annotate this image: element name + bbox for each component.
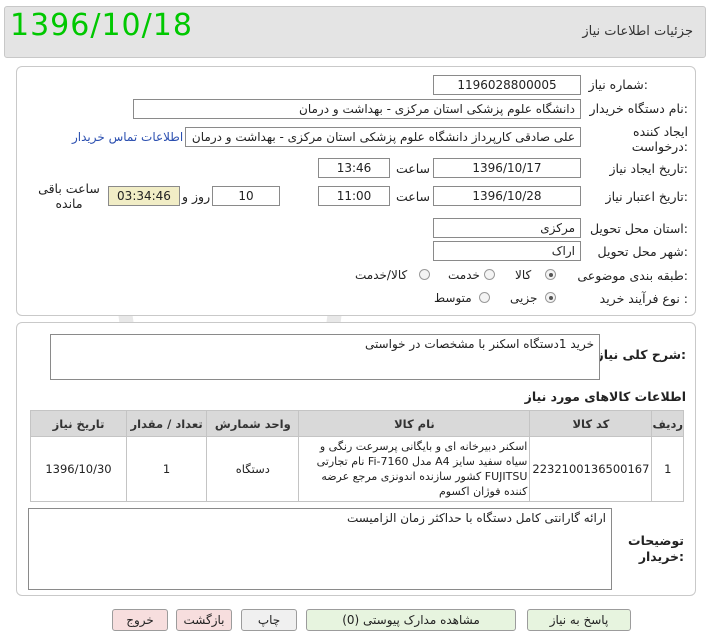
category-option-service: خدمت [448,268,480,282]
province-field: مرکزی [433,218,581,238]
col-name: نام کالا [298,410,531,437]
requester-field: علی صادقی کارپرداز دانشگاه علوم پزشکی اس… [185,127,581,147]
process-option-medium: متوسط [434,291,472,305]
col-qty: تعداد / مقدار [125,410,208,437]
print-button[interactable]: چاپ [241,609,297,631]
remaining-time-field: 03:34:46 [108,186,180,206]
buyer-notes-label-line1: توضیحات [628,533,684,548]
reply-button[interactable]: پاسخ به نیاز [527,609,631,631]
created-date-field: 1396/10/17 [433,158,581,178]
need-number-field: 1196028800005 [433,75,581,95]
view-attachments-button[interactable]: مشاهده مدارک پیوستی (0) [306,609,516,631]
requester-label-line2: درخواست: [631,139,688,154]
category-radio-goods[interactable] [545,269,556,280]
remaining-days-label: روز و [182,189,211,204]
buyer-notes-label-line2: خریدار: [638,549,684,564]
process-radio-medium[interactable] [479,292,490,303]
province-label: استان محل تحویل: [589,221,688,236]
items-section-title: اطلاعات کالاهای مورد نیاز [524,389,686,404]
created-time-field: 13:46 [318,158,390,178]
item-date: 1396/10/30 [30,436,127,502]
validity-time-field: 11:00 [318,186,390,206]
process-radio-minor[interactable] [545,292,556,303]
category-radio-service[interactable] [484,269,495,280]
item-code: 2232100136500167 [529,436,653,502]
col-row: ردیف [651,410,684,437]
category-label: طبقه بندی موضوعی: [577,268,688,283]
requester-label-line1: ایجاد کننده [633,124,688,139]
date-stamp: 1396/10/18 [10,8,193,43]
buyer-contact-link[interactable]: اطلاعات تماس خریدار [72,130,183,144]
table-row: 1 2232100136500167 اسکنر دبیرخانه ای و ب… [30,436,684,502]
created-date-label: تاریخ ایجاد نیاز: [609,161,688,176]
description-field: خرید 1دستگاه اسکنر با مشخصات در خواستی [50,334,600,380]
row-number: 1 [651,436,684,502]
exit-button[interactable]: خروج [112,609,168,631]
category-option-both: کالا/خدمت [355,268,408,282]
col-unit: واحد شمارش [206,410,300,437]
city-field: اراک [433,241,581,261]
item-qty: 1 [125,436,208,502]
items-table-header: ردیف کد کالا نام کالا واحد شمارش تعداد /… [30,410,684,437]
process-option-minor: جزیی [510,291,538,305]
category-option-goods: کالا [515,268,532,282]
back-button[interactable]: بازگشت [176,609,232,631]
buyer-notes-field: ارائه گارانتی کامل دستگاه با حداکثر زمان… [28,508,612,590]
validity-date-label: تاریخ اعتبار نیاز: [605,189,688,204]
items-table: ردیف کد کالا نام کالا واحد شمارش تعداد /… [30,410,684,502]
city-label: شهر محل تحویل: [597,244,688,259]
process-label: نوع فرآیند خرید : [599,291,688,306]
item-unit: دستگاه [206,436,300,502]
item-name: اسکنر دبیرخانه ای و بایگانی پرسرعت رنگی … [298,436,531,502]
buyer-org-label: نام دستگاه خریدار: [589,101,688,116]
validity-date-field: 1396/10/28 [433,186,581,206]
category-radio-both[interactable] [419,269,430,280]
buyer-org-field: دانشگاه علوم پزشکی استان مرکزی - بهداشت … [133,99,581,119]
validity-time-label: ساعت [396,189,431,204]
remaining-days-field: 10 [212,186,280,206]
page-title: جزئیات اطلاعات نیاز [582,24,693,39]
need-number-label: شماره نیاز: [588,77,648,92]
remaining-time-label: ساعت باقی مانده [38,181,100,211]
created-time-label: ساعت [396,161,431,176]
description-label: شرح کلی نیاز: [596,347,687,362]
col-code: کد کالا [529,410,653,437]
col-date: تاریخ نیاز [30,410,127,437]
